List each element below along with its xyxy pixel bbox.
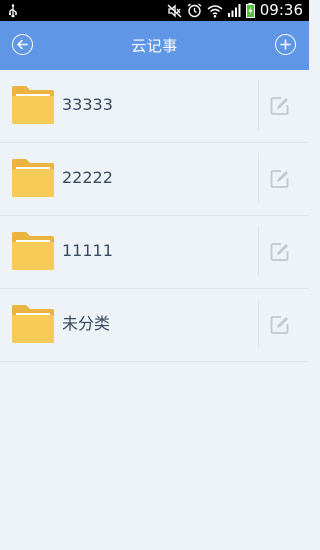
status-time: 09:36 (259, 1, 303, 19)
edit-icon (270, 169, 290, 189)
folder-row[interactable]: 33333 (0, 70, 309, 143)
battery-icon (245, 0, 255, 21)
row-divider (258, 80, 259, 130)
edit-button[interactable] (270, 96, 290, 116)
edit-icon (270, 315, 290, 335)
folder-icon (11, 304, 55, 344)
folder-row[interactable]: 11111 (0, 216, 309, 289)
folder-list: 33333 22222 11111 未分类 (0, 70, 309, 362)
edit-button[interactable] (270, 169, 290, 189)
folder-icon (11, 231, 55, 271)
folder-icon (11, 85, 55, 125)
add-button[interactable] (275, 34, 296, 55)
row-divider (258, 299, 259, 349)
wifi-icon (207, 0, 223, 21)
folder-name: 22222 (62, 168, 113, 187)
row-divider (258, 153, 259, 203)
folder-icon (11, 158, 55, 198)
row-divider (258, 226, 259, 276)
edit-icon (270, 242, 290, 262)
usb-icon (8, 0, 18, 21)
folder-name: 33333 (62, 95, 113, 114)
edit-icon (270, 96, 290, 116)
page-title: 云记事 (131, 37, 178, 55)
folder-row[interactable]: 未分类 (0, 289, 309, 362)
back-arrow-icon (17, 39, 28, 50)
folder-name: 未分类 (62, 314, 111, 333)
add-icon (280, 39, 291, 50)
folder-row[interactable]: 22222 (0, 143, 309, 216)
edit-button[interactable] (270, 315, 290, 335)
signal-icon (227, 0, 241, 21)
mute-icon (167, 0, 182, 21)
back-button[interactable] (12, 34, 33, 55)
app-header: 云记事 (0, 21, 309, 70)
status-bar: 09:36 (0, 0, 309, 21)
alarm-icon (187, 0, 202, 21)
folder-name: 11111 (62, 241, 113, 260)
edit-button[interactable] (270, 242, 290, 262)
